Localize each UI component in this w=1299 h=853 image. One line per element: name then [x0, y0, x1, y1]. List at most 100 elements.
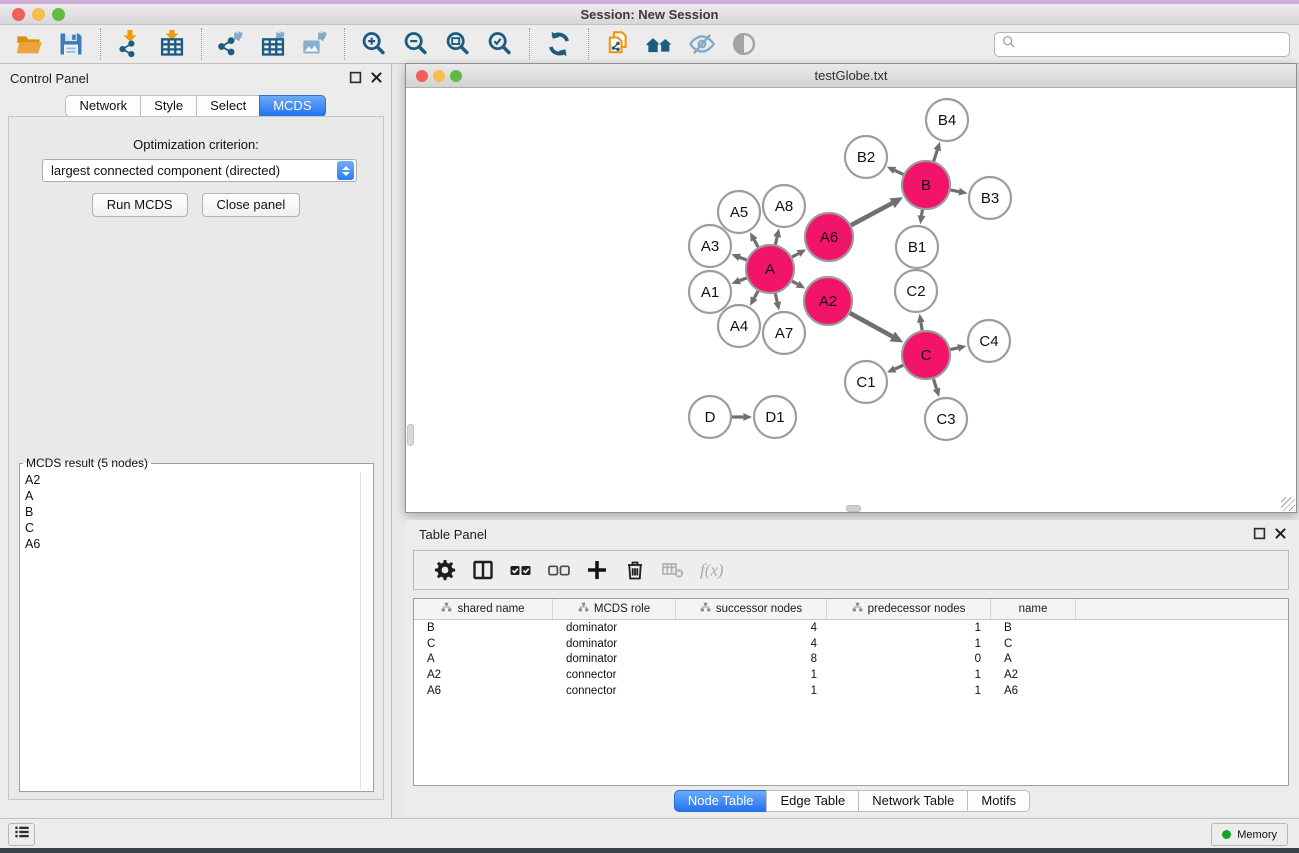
- memory-button[interactable]: Memory: [1211, 823, 1288, 846]
- show-eye-icon[interactable]: [729, 29, 759, 59]
- column-label: successor nodes: [716, 603, 802, 615]
- table-row[interactable]: A2connector11A2: [414, 667, 1288, 683]
- edge-A2-to-C[interactable]: [850, 313, 892, 336]
- edge-B-to-B3[interactable]: [950, 190, 958, 192]
- zoom-fit-icon[interactable]: [443, 29, 473, 59]
- edge-arrowhead: [743, 413, 752, 421]
- delete-rows-icon[interactable]: [622, 557, 648, 583]
- zoom-traffic-light[interactable]: [52, 8, 65, 21]
- edge-A-to-A5[interactable]: [754, 240, 758, 247]
- tab-edge-table[interactable]: Edge Table: [766, 790, 859, 812]
- vertical-scroll-thumb[interactable]: [407, 424, 414, 446]
- add-column-icon[interactable]: [584, 557, 610, 583]
- close-traffic-light[interactable]: [12, 8, 25, 21]
- edge-A6-to-B[interactable]: [851, 203, 892, 225]
- zoom-in-icon[interactable]: [359, 29, 389, 59]
- edge-C-to-C4[interactable]: [950, 348, 958, 350]
- node-label-D1: D1: [765, 409, 784, 426]
- refresh-layout-icon[interactable]: [544, 29, 574, 59]
- tab-mcds[interactable]: MCDS: [259, 95, 325, 117]
- table-row[interactable]: A6connector11A6: [414, 683, 1288, 699]
- hide-eye-icon[interactable]: [687, 29, 717, 59]
- edge-C-to-C3[interactable]: [933, 379, 936, 389]
- node-label-A1: A1: [701, 284, 719, 301]
- edge-C-to-C2[interactable]: [921, 322, 922, 330]
- tab-select[interactable]: Select: [196, 95, 260, 117]
- table-panel-header: Table Panel: [405, 520, 1299, 548]
- open-file-icon[interactable]: [14, 29, 44, 59]
- edge-B-to-B2[interactable]: [895, 170, 904, 174]
- column-header-shared-name[interactable]: shared name: [414, 599, 553, 619]
- close-table-panel-icon[interactable]: [1274, 527, 1287, 540]
- edge-A-to-A3[interactable]: [740, 257, 747, 260]
- close-panel-icon[interactable]: [370, 71, 383, 84]
- tab-motifs[interactable]: Motifs: [967, 790, 1030, 812]
- settings-gear-icon[interactable]: [432, 557, 458, 583]
- main-toolbar: [0, 25, 1299, 64]
- window-controls: [12, 8, 65, 21]
- tab-style[interactable]: Style: [140, 95, 197, 117]
- column-label: predecessor nodes: [868, 603, 966, 615]
- export-table-icon[interactable]: [258, 29, 288, 59]
- export-image-icon[interactable]: [300, 29, 330, 59]
- home-icon[interactable]: [645, 29, 675, 59]
- clone-network-icon[interactable]: [603, 29, 633, 59]
- table-body: Bdominator41BCdominator41CAdominator80AA…: [414, 620, 1288, 699]
- network-canvas[interactable]: B4B2BB3A5A8A6B1A3AA1C2A2A4A7C4CC1DD1C3: [406, 88, 1296, 512]
- search-input[interactable]: [1021, 38, 1283, 52]
- resize-grip[interactable]: [1281, 497, 1295, 511]
- tab-network[interactable]: Network: [65, 95, 141, 117]
- result-scrollbar[interactable]: [360, 472, 372, 790]
- table-row[interactable]: Bdominator41B: [414, 620, 1288, 636]
- deselect-all-icon[interactable]: [546, 557, 572, 583]
- column-header-successor-nodes[interactable]: successor nodes: [676, 599, 827, 619]
- mcds-result-item[interactable]: B: [21, 504, 359, 520]
- import-network-icon[interactable]: [115, 29, 145, 59]
- import-table-icon[interactable]: [157, 29, 187, 59]
- mcds-result-item[interactable]: A: [21, 488, 359, 504]
- cell-name: A: [991, 653, 1076, 665]
- zoom-selected-icon[interactable]: [485, 29, 515, 59]
- mcds-result-item[interactable]: A2: [21, 472, 359, 488]
- run-mcds-button[interactable]: Run MCDS: [92, 193, 188, 217]
- network-window-titlebar[interactable]: testGlobe.txt: [406, 64, 1296, 88]
- cell-MCDS-role: dominator: [553, 622, 676, 634]
- mcds-result-item[interactable]: C: [21, 520, 359, 536]
- table-row[interactable]: Cdominator41C: [414, 636, 1288, 652]
- zoom-out-icon[interactable]: [401, 29, 431, 59]
- edge-A-to-A4[interactable]: [754, 291, 758, 298]
- edge-C-to-C1[interactable]: [895, 365, 903, 369]
- column-header-name[interactable]: name: [991, 599, 1076, 619]
- edge-A-to-A1[interactable]: [740, 278, 747, 281]
- minimize-traffic-light[interactable]: [32, 8, 45, 21]
- float-table-panel-icon[interactable]: [1253, 527, 1266, 540]
- table-row[interactable]: Adominator80A: [414, 652, 1288, 668]
- status-menu-button[interactable]: [8, 823, 35, 846]
- search-box[interactable]: [994, 32, 1290, 57]
- column-header-predecessor-nodes[interactable]: predecessor nodes: [827, 599, 991, 619]
- save-session-icon[interactable]: [56, 29, 86, 59]
- main-titlebar: Session: New Session: [0, 4, 1299, 25]
- edge-A-to-A8[interactable]: [775, 237, 777, 245]
- edge-B-to-B4[interactable]: [934, 150, 938, 161]
- tab-network-table[interactable]: Network Table: [858, 790, 968, 812]
- mcds-result-item[interactable]: A6: [21, 536, 359, 552]
- network-minimize-traffic-light[interactable]: [433, 70, 445, 82]
- export-network-icon[interactable]: [216, 29, 246, 59]
- edge-A-to-A6[interactable]: [792, 254, 799, 258]
- edge-B-to-B1[interactable]: [922, 210, 923, 216]
- network-zoom-traffic-light[interactable]: [450, 70, 462, 82]
- tab-node-table[interactable]: Node Table: [674, 790, 768, 812]
- toolbar-group-5: [530, 28, 589, 60]
- float-panel-icon[interactable]: [349, 71, 362, 84]
- edge-A-to-A7[interactable]: [775, 293, 777, 302]
- select-all-icon[interactable]: [508, 557, 534, 583]
- horizontal-scroll-thumb[interactable]: [846, 505, 861, 512]
- network-window-title: testGlobe.txt: [815, 68, 888, 83]
- network-close-traffic-light[interactable]: [416, 70, 428, 82]
- column-header-MCDS-role[interactable]: MCDS role: [553, 599, 676, 619]
- edge-A-to-A2[interactable]: [792, 281, 798, 284]
- toggle-columns-icon[interactable]: [470, 557, 496, 583]
- close-panel-button[interactable]: Close panel: [202, 193, 301, 217]
- criterion-select[interactable]: largest connected component (directed): [42, 159, 357, 182]
